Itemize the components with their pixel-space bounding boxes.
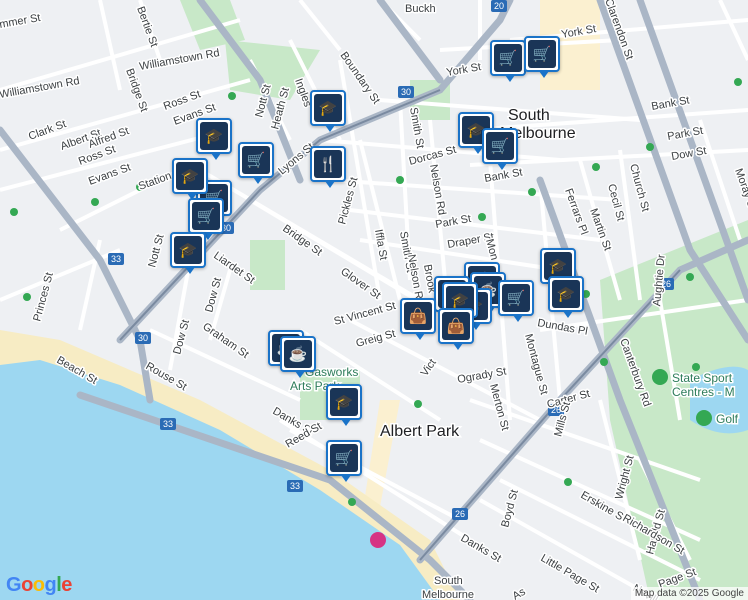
school-icon: 🎓 (330, 388, 358, 416)
shopping-cart-icon: 🛒 (330, 444, 358, 472)
state-sport-label: State Sport (672, 371, 733, 385)
shopping-cart-marker[interactable]: 🛒 (188, 198, 224, 240)
shopping-bag-marker[interactable]: 👜 (400, 298, 436, 340)
state-sport-label-2: Centres - M (672, 385, 735, 399)
map-attribution[interactable]: Map data ©2025 Google (630, 587, 748, 600)
shopping-cart-icon: 🛒 (486, 132, 514, 160)
map-canvas[interactable]: 30 30 30 33 33 33 26 26 26 20 Williamsto… (0, 0, 748, 600)
svg-text:26: 26 (455, 509, 465, 519)
school-marker[interactable]: 🎓 (310, 90, 346, 132)
shopping-cart-marker[interactable]: 🛒 (498, 280, 534, 322)
restaurant-icon: 🍴 (314, 150, 342, 178)
suburb-label-albert-park: Albert Park (380, 423, 460, 440)
shopping-cart-marker[interactable]: 🛒 (326, 440, 362, 482)
shopping-bag-marker[interactable]: 👜 (438, 308, 474, 350)
shopping-cart-icon: 🛒 (192, 202, 220, 230)
google-logo: Google (6, 574, 72, 596)
svg-text:33: 33 (111, 254, 121, 264)
school-icon: 🎓 (552, 280, 580, 308)
attraction-icon[interactable] (370, 532, 386, 548)
shopping-cart-marker[interactable]: 🛒 (238, 142, 274, 184)
shopping-bag-icon: 👜 (404, 302, 432, 330)
school-marker[interactable]: 🎓 (196, 118, 232, 160)
cafe-marker[interactable]: ☕ (280, 336, 316, 378)
suburb-label-south-2: South (434, 575, 463, 587)
shopping-cart-marker[interactable]: 🛒 (490, 40, 526, 82)
shopping-cart-icon: 🛒 (242, 146, 270, 174)
svg-text:30: 30 (401, 87, 411, 97)
golf-label: Golf (716, 412, 739, 426)
school-marker[interactable]: 🎓 (170, 232, 206, 274)
school-icon: 🎓 (176, 162, 204, 190)
school-icon: 🎓 (174, 236, 202, 264)
shopping-cart-marker[interactable]: 🛒 (524, 36, 560, 78)
school-marker[interactable]: 🎓 (172, 158, 208, 200)
school-marker[interactable]: 🎓 (326, 384, 362, 426)
school-icon: 🎓 (314, 94, 342, 122)
svg-text:20: 20 (494, 1, 504, 11)
buckhurst-label: Buckh (405, 3, 436, 15)
restaurant-marker[interactable]: 🍴 (310, 146, 346, 188)
shopping-cart-icon: 🛒 (502, 284, 530, 312)
school-marker[interactable]: 🎓 (548, 276, 584, 318)
svg-text:33: 33 (163, 419, 173, 429)
shopping-cart-icon: 🛒 (494, 44, 522, 72)
svg-text:33: 33 (290, 481, 300, 491)
state-sport-icon[interactable] (652, 369, 668, 385)
suburb-label-melbourne-2: Melbourne (422, 589, 474, 600)
school-icon: 🎓 (200, 122, 228, 150)
suburb-label-south: South (508, 107, 550, 124)
shopping-bag-icon: 👜 (442, 312, 470, 340)
shopping-cart-icon: 🛒 (528, 40, 556, 68)
park-area (250, 240, 285, 290)
shopping-cart-marker[interactable]: 🛒 (482, 128, 518, 170)
golf-icon[interactable] (696, 410, 712, 426)
cafe-icon: ☕ (284, 340, 312, 368)
svg-text:30: 30 (138, 333, 148, 343)
